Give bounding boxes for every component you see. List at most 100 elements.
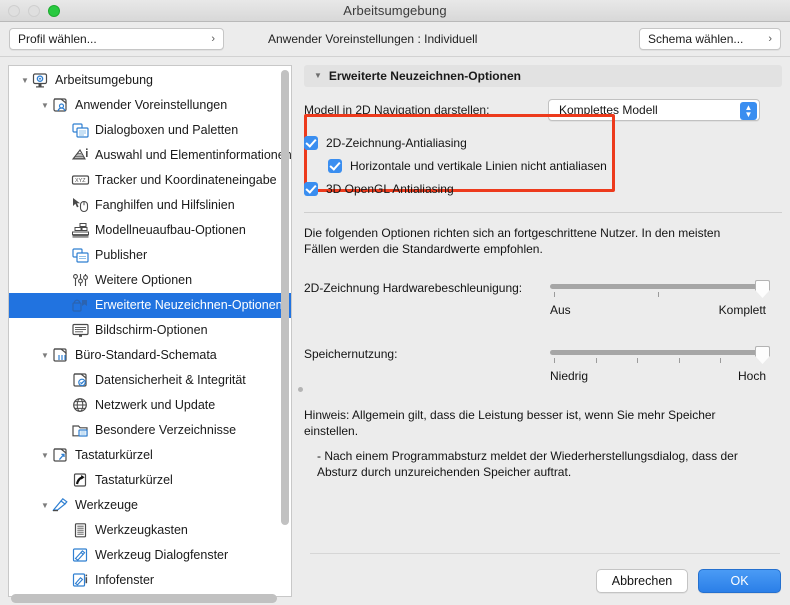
disclosure-triangle-icon[interactable]: ▼: [39, 101, 51, 110]
slider-max-label: Komplett: [718, 303, 766, 317]
sidebar-item-weitere-optionen[interactable]: ▼Weitere Optionen: [9, 268, 291, 293]
sidebar-item-tracker-und-koordinateneingabe[interactable]: ▼XYZTracker und Koordinateneingabe: [9, 168, 291, 193]
memory-note: Hinweis: Allgemein gilt, dass die Leistu…: [304, 407, 756, 480]
model-display-select[interactable]: Komplettes Modell ▲ ▼: [548, 99, 760, 121]
ok-button[interactable]: OK: [698, 569, 781, 593]
office-standards-icon: [51, 347, 70, 364]
sidebar-item-label: Werkzeug Dialogfenster: [95, 548, 229, 563]
slider-control[interactable]: Niedrig Hoch: [550, 345, 770, 389]
sidebar-item-label: Dialogboxen und Paletten: [95, 123, 239, 138]
sidebar-item-dialogboxen-und-paletten[interactable]: ▼Dialogboxen und Paletten: [9, 118, 291, 143]
checkbox-checked-icon[interactable]: [328, 158, 342, 173]
tools-icon: [51, 497, 70, 514]
sidebar-item-werkzeug-dialogfenster[interactable]: ▼Werkzeug Dialogfenster: [9, 543, 291, 568]
sidebar-item-label: Erweiterte Neuzeichnen-Optionen: [95, 298, 283, 313]
disclosure-triangle-icon[interactable]: ▼: [39, 351, 51, 360]
antialiasing-checkbox-group: 2D-Zeichnung-Antialiasing Horizontale und…: [304, 131, 782, 200]
info-window-icon: [71, 572, 90, 589]
profile-select-button[interactable]: Profil wählen... ›: [9, 28, 224, 50]
sidebar-item-tastaturkurzel[interactable]: ▼Tastaturkürzel: [9, 443, 291, 468]
sidebar-item-werkzeuge[interactable]: ▼ Werkzeuge: [9, 493, 291, 518]
slider-max-label: Hoch: [737, 369, 766, 383]
model-display-value: Komplettes Modell: [559, 103, 658, 117]
sidebar-item-arbeitsumgebung[interactable]: ▼ Arbeitsumgebung: [9, 68, 291, 93]
tool-dialog-icon: [71, 547, 90, 564]
section-header-advanced-redraw[interactable]: ▼ Erweiterte Neuzeichnen-Optionen: [304, 65, 782, 87]
disclosure-triangle-icon[interactable]: ▼: [314, 72, 322, 80]
svg-text:XYZ: XYZ: [75, 178, 86, 184]
sidebar-item-label: Arbeitsumgebung: [55, 73, 153, 88]
disclosure-triangle-icon[interactable]: ▼: [19, 76, 31, 85]
sliders-group: 2D-Zeichnung Hardwarebeschleunigung: Aus K…: [304, 279, 782, 389]
settings-pane: ▼ Erweiterte Neuzeichnen-Optionen Modell…: [300, 57, 790, 605]
sidebar-item-datensicherheit-integritat[interactable]: ▼Datensicherheit & Integrität: [9, 368, 291, 393]
sidebar-item-label: Werkzeugkasten: [95, 523, 188, 538]
checkbox-row[interactable]: Horizontale und vertikale Linien nicht a…: [304, 154, 782, 177]
sidebar-item-besondere-verzeichnisse[interactable]: ▼Besondere Verzeichnisse: [9, 418, 291, 443]
sidebar-item-werkzeugkasten[interactable]: ▼Werkzeugkasten: [9, 518, 291, 543]
slider-label: Speichernutzung:: [304, 347, 398, 361]
sidebar-item-publisher[interactable]: ▼Publisher: [9, 243, 291, 268]
sidebar-item-fanghilfen-und-hilfslinien[interactable]: ▼Fanghilfen und Hilfslinien: [9, 193, 291, 218]
sidebar-item-anwender-voreinstellungen[interactable]: ▼ Anwender Voreinstellungen: [9, 93, 291, 118]
chevron-right-icon: ›: [768, 32, 772, 45]
sidebar-item-label: Auswahl und Elementinformationen: [95, 148, 292, 163]
sidebar-horizontal-scrollbar-thumb[interactable]: [11, 594, 277, 603]
slider-ticks: [550, 358, 766, 364]
sidebar-item-label: Bildschirm-Optionen: [95, 323, 208, 338]
checkbox-checked-icon[interactable]: [304, 181, 318, 196]
sidebar-vertical-scrollbar[interactable]: [281, 70, 289, 540]
sidebar-item-tastaturkurzel[interactable]: ▼Tastaturkürzel: [9, 468, 291, 493]
slider-min-label: Niedrig: [550, 369, 589, 383]
window-titlebar: Arbeitsumgebung: [0, 0, 790, 22]
checkbox-label: 3D OpenGL Antialiasing: [326, 181, 454, 196]
sidebar-item-label: Fanghilfen und Hilfslinien: [95, 198, 235, 213]
updown-chevrons-icon[interactable]: ▲ ▼: [740, 102, 757, 120]
scheme-select-button[interactable]: Schema wählen... ›: [639, 28, 781, 50]
user-prefs-icon: [51, 97, 70, 114]
selection-info-icon: [71, 147, 90, 164]
slider-min-label: Aus: [550, 303, 571, 317]
checkbox-label: 2D-Zeichnung-Antialiasing: [326, 135, 467, 150]
advanced-options-paragraph: Die folgenden Optionen richten sich an f…: [304, 226, 721, 256]
checkbox-label: Horizontale und vertikale Linien nicht a…: [350, 158, 607, 173]
advanced-redraw-icon: [71, 297, 90, 314]
dialog-palettes-icon: [71, 122, 90, 139]
section-divider: [304, 212, 782, 213]
shortcut-arrow-icon: [71, 472, 90, 489]
sliders-icon: [71, 272, 90, 289]
slider-track[interactable]: [550, 284, 766, 289]
sidebar-item-bildschirm-optionen[interactable]: ▼Bildschirm-Optionen: [9, 318, 291, 343]
zoom-button-icon[interactable]: [48, 5, 60, 17]
sidebar-item-modellneuaufbau-optionen[interactable]: ▼Modellneuaufbau-Optionen: [9, 218, 291, 243]
sidebar-item-buro-standard-schemata[interactable]: ▼ Büro-Standard-Schemata: [9, 343, 291, 368]
model-rebuild-icon: [71, 222, 90, 239]
cancel-button[interactable]: Abbrechen: [596, 569, 688, 593]
checkbox-row[interactable]: 2D-Zeichnung-Antialiasing: [304, 131, 782, 154]
sidebar-item-erweiterte-neuzeichnen-optionen[interactable]: ▼Erweiterte Neuzeichnen-Optionen: [9, 293, 291, 318]
sidebar-vertical-scrollbar-thumb[interactable]: [281, 70, 289, 525]
sidebar-item-label: Tracker und Koordinateneingabe: [95, 173, 277, 188]
sidebar-horizontal-scrollbar[interactable]: [9, 594, 299, 603]
slider-control[interactable]: Aus Komplett: [550, 279, 770, 323]
disclosure-triangle-icon[interactable]: ▼: [39, 501, 51, 510]
checkbox-checked-icon[interactable]: [304, 135, 318, 150]
sidebar-item-label: Anwender Voreinstellungen: [75, 98, 228, 113]
section-header-label: Erweiterte Neuzeichnen-Optionen: [328, 69, 521, 83]
footer-divider: [310, 553, 780, 554]
preferences-tree[interactable]: ▼ Arbeitsumgebung ▼ Anwender Voreinstellung…: [8, 65, 292, 597]
globe-icon: [71, 397, 90, 414]
disclosure-triangle-icon[interactable]: ▼: [39, 451, 51, 460]
slider-ticks: [550, 292, 766, 298]
slider-track[interactable]: [550, 350, 766, 355]
checkbox-row[interactable]: 3D OpenGL Antialiasing: [304, 177, 782, 200]
sidebar-item-label: Büro-Standard-Schemata: [75, 348, 217, 363]
sidebar-item-infofenster[interactable]: ▼Infofenster: [9, 568, 291, 593]
preferences-toolbar: Profil wählen... › Anwender Voreinstellu…: [0, 22, 790, 57]
sidebar-item-label: Tastaturkürzel: [95, 473, 173, 488]
sidebar-item-auswahl-und-elementinformationen[interactable]: ▼Auswahl und Elementinformationen: [9, 143, 291, 168]
sidebar-item-netzwerk-und-update[interactable]: ▼Netzwerk und Update: [9, 393, 291, 418]
sidebar-item-label: Werkzeuge: [75, 498, 138, 513]
sidebar-item-label: Publisher: [95, 248, 148, 263]
chevron-right-icon: ›: [211, 32, 215, 45]
